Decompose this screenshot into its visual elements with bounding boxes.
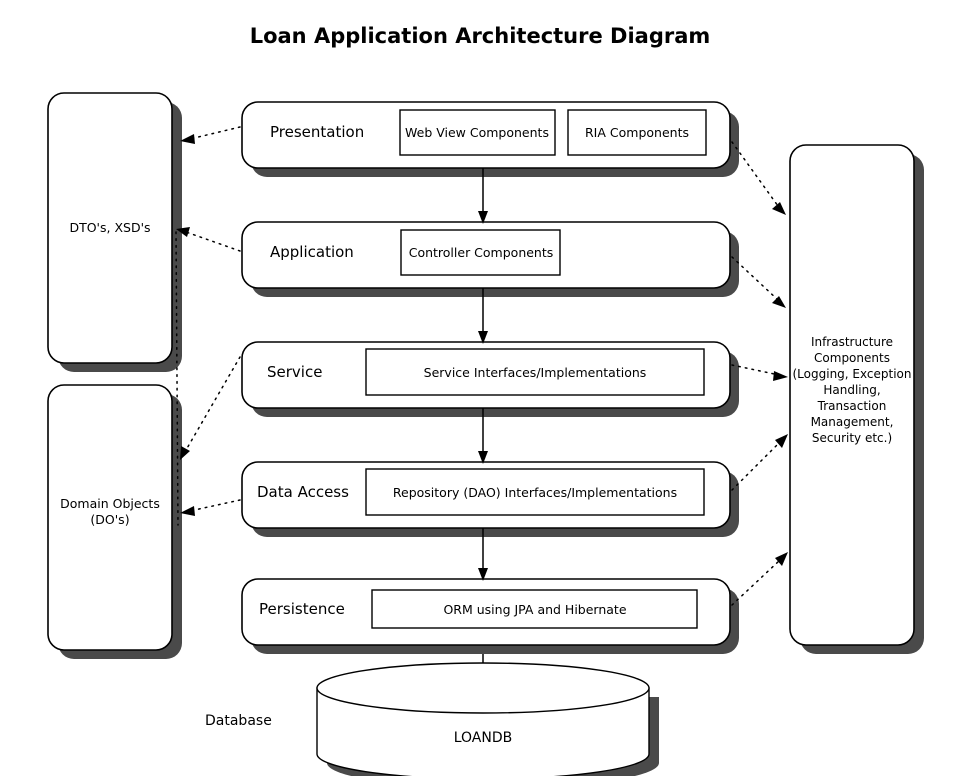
database-cylinder-top: [316, 662, 650, 714]
component-controller-components-label: Controller Components: [409, 245, 554, 260]
infrastructure-label-line1: Infrastructure: [811, 335, 893, 349]
connector-service-to-infrastructure: [731, 364, 788, 381]
page-title: Loan Application Architecture Diagram: [250, 24, 711, 48]
layer-application-title: Application: [270, 243, 354, 261]
layer-service: Service Service Interfaces/Implementatio…: [241, 341, 739, 417]
side-box-infrastructure: Infrastructure Components (Logging, Exce…: [789, 144, 924, 654]
connector-application-to-dto: [176, 227, 241, 252]
connector-data-access-to-infrastructure: [731, 434, 788, 491]
layer-service-title: Service: [267, 363, 322, 381]
database-caption: Database: [205, 713, 272, 729]
side-box-domain-objects-label-line1: Domain Objects: [60, 496, 160, 511]
connector-service-to-domain-objects: [180, 356, 241, 460]
layer-presentation: Presentation Web View Components RIA Com…: [241, 101, 739, 177]
component-orm-label: ORM using JPA and Hibernate: [443, 602, 626, 617]
infrastructure-label-line3: (Logging, Exception: [793, 367, 912, 381]
architecture-diagram: Loan Application Architecture Diagram DT…: [0, 0, 961, 776]
infrastructure-label-line5: Transaction: [817, 399, 887, 413]
layer-persistence: Persistence ORM using JPA and Hibernate: [241, 578, 739, 654]
component-ria-components-label: RIA Components: [585, 125, 689, 140]
component-service-interfaces-label: Service Interfaces/Implementations: [424, 365, 647, 380]
side-box-domain-objects: Domain Objects (DO's): [47, 384, 182, 659]
side-box-dto-label: DTO's, XSD's: [69, 220, 150, 235]
connector-presentation-to-infrastructure: [731, 141, 786, 215]
layer-persistence-title: Persistence: [259, 600, 345, 618]
infrastructure-label-line6: Management,: [811, 415, 894, 429]
database-cylinder: LOANDB: [316, 662, 659, 776]
connector-application-to-infrastructure: [731, 256, 786, 308]
infrastructure-label-line4: Handling,: [823, 383, 880, 397]
layer-data-access-title: Data Access: [257, 483, 349, 501]
database-name-label: LOANDB: [454, 730, 513, 746]
component-repository-dao-label: Repository (DAO) Interfaces/Implementati…: [393, 485, 677, 500]
component-web-view-components-label: Web View Components: [405, 125, 549, 140]
layer-application: Application Controller Components: [241, 221, 739, 297]
infrastructure-label-line7: Security etc.): [812, 431, 892, 445]
connector-persistence-to-infrastructure: [731, 552, 788, 606]
connector-presentation-to-dto: [180, 126, 241, 144]
side-box-dto: DTO's, XSD's: [47, 92, 182, 372]
layer-presentation-title: Presentation: [270, 123, 364, 141]
side-box-domain-objects-label-line2: (DO's): [90, 512, 129, 527]
infrastructure-label-line2: Components: [814, 351, 890, 365]
connector-data-access-to-domain-objects: [180, 499, 241, 516]
layer-data-access: Data Access Repository (DAO) Interfaces/…: [241, 461, 739, 537]
